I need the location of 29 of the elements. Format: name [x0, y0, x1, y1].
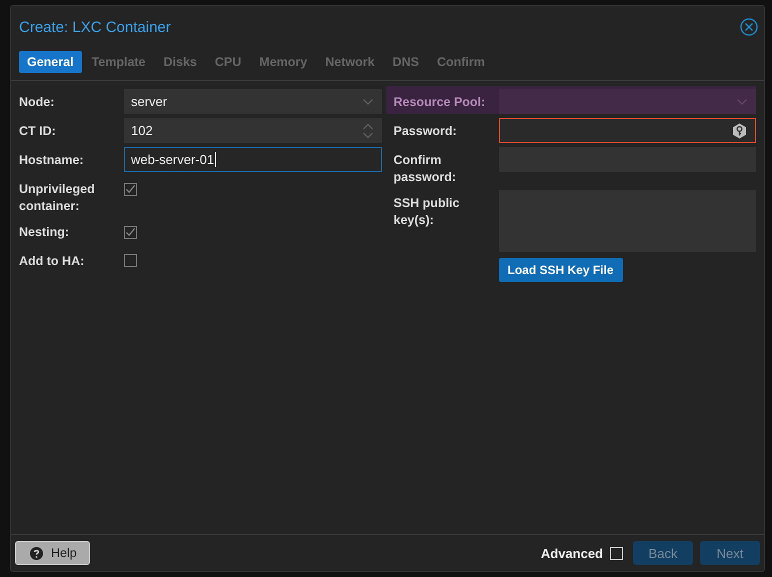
load-ssh-key-button[interactable]: Load SSH Key File: [498, 258, 623, 282]
chevron-down-icon: [362, 98, 372, 104]
input-field[interactable]: web-server-01: [124, 147, 382, 172]
window-title: Create: LXC Container: [19, 18, 171, 36]
password-field[interactable]: [498, 118, 756, 143]
spinner-arrows-icon[interactable]: [362, 122, 372, 138]
help-button[interactable]: Help: [15, 541, 90, 565]
field-label: Resource Pool:: [394, 94, 486, 111]
field-label: SSH public key(s):: [394, 195, 460, 229]
field-label: CT ID:: [19, 123, 57, 140]
node-dropdown[interactable]: server: [124, 89, 382, 114]
chevron-down-icon: [737, 98, 747, 104]
field-label: Hostname:: [19, 152, 85, 169]
advanced-label: Advanced: [540, 546, 603, 560]
number-field[interactable]: 102: [124, 118, 382, 143]
field-label: Unprivileged container:: [19, 181, 96, 215]
key-icon[interactable]: [732, 122, 747, 138]
field-label: Nesting:: [19, 224, 70, 241]
close-icon[interactable]: [740, 18, 758, 36]
field-label: Password:: [394, 123, 458, 140]
advanced-checkbox[interactable]: [610, 546, 623, 560]
field-label: Node:: [19, 94, 56, 111]
field-label: Confirm password:: [394, 152, 458, 186]
help-icon: [30, 546, 43, 560]
checkbox[interactable]: [124, 226, 137, 238]
field-label: Add to HA:: [19, 253, 86, 270]
checkbox[interactable]: [124, 254, 137, 267]
checkbox[interactable]: [124, 182, 137, 196]
tab[interactable]: General: [19, 51, 82, 73]
